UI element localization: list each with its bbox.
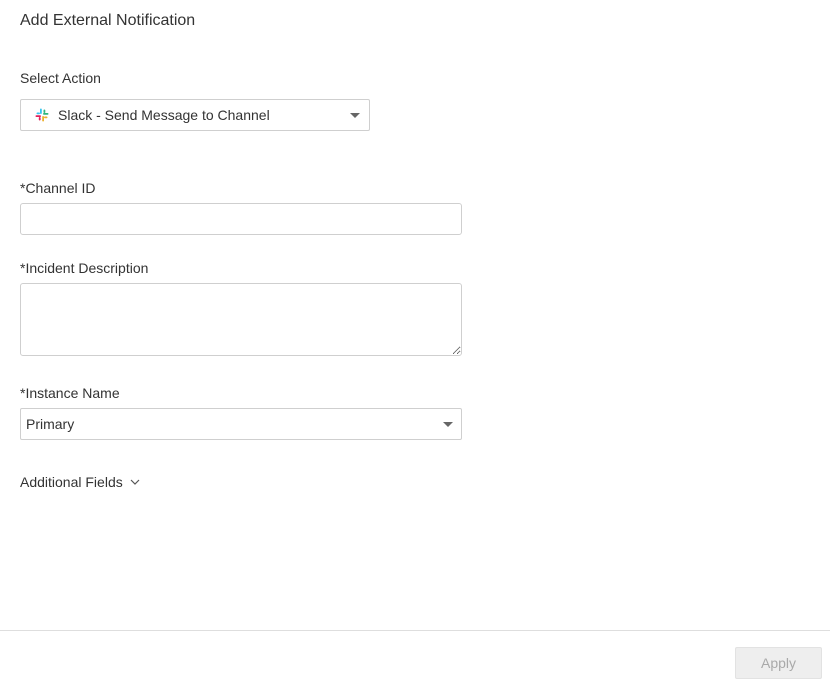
- instance-name-label: *Instance Name: [20, 385, 120, 401]
- add-external-notification-panel: Add External Notification Select Action …: [0, 0, 830, 681]
- caret-down-icon: [350, 112, 360, 118]
- instance-name-dropdown[interactable]: Primary: [20, 408, 462, 440]
- channel-id-input[interactable]: [20, 203, 462, 235]
- select-action-label: Select Action: [20, 70, 101, 86]
- chevron-down-icon: [130, 479, 140, 485]
- slack-icon: [35, 108, 49, 122]
- additional-fields-label: Additional Fields: [20, 474, 123, 490]
- select-action-dropdown[interactable]: Slack - Send Message to Channel: [20, 99, 370, 131]
- apply-button[interactable]: Apply: [735, 647, 822, 679]
- channel-id-label: *Channel ID: [20, 180, 96, 196]
- footer-divider: [0, 630, 830, 631]
- instance-name-value: Primary: [26, 416, 75, 432]
- additional-fields-toggle[interactable]: Additional Fields: [20, 474, 140, 490]
- caret-down-icon: [443, 421, 453, 427]
- incident-description-textarea[interactable]: [20, 283, 462, 356]
- incident-description-label: *Incident Description: [20, 260, 149, 276]
- select-action-value: Slack - Send Message to Channel: [58, 107, 270, 123]
- page-title: Add External Notification: [20, 12, 196, 29]
